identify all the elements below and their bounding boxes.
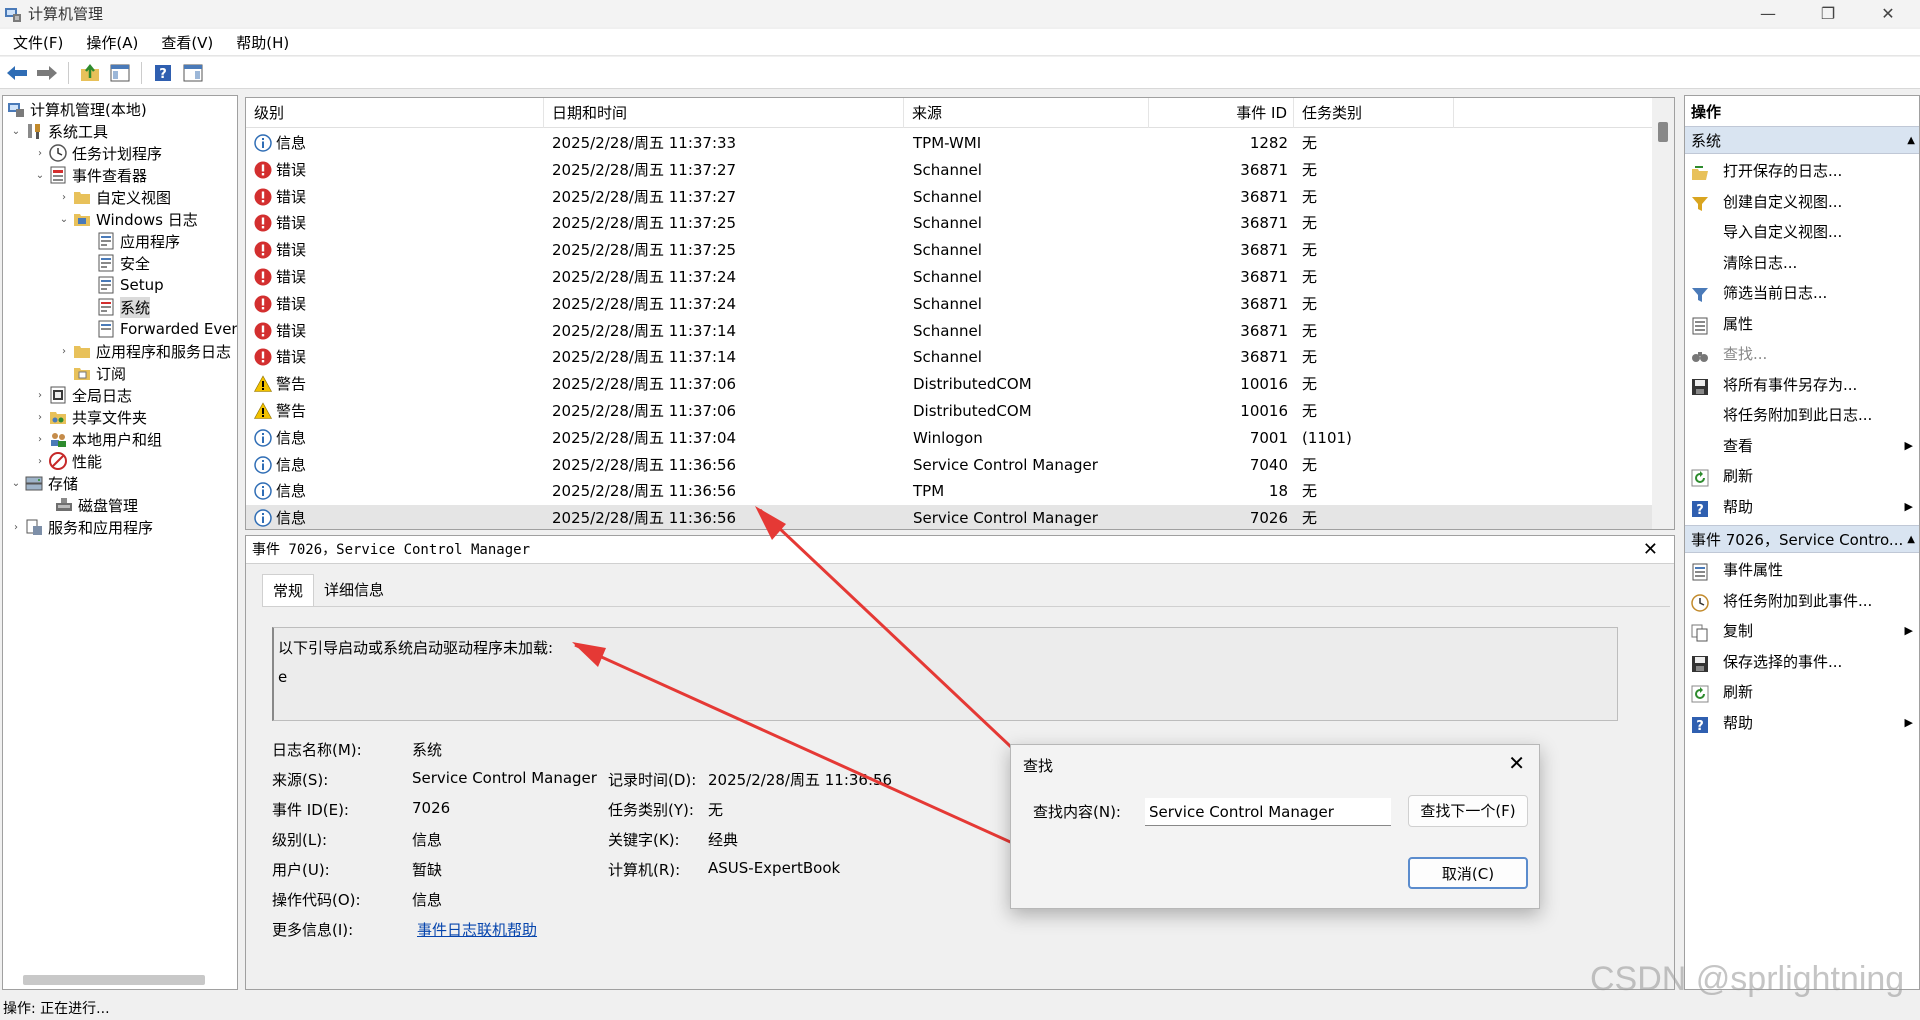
annotation-arrowhead <box>572 642 606 667</box>
annotation-arrow-to-description <box>574 643 1029 852</box>
computer-management-window: { "window": {"title": "计算机管理", "minimize… <box>0 0 1920 1020</box>
find-dialog: 查找 ✕ 查找内容(N): 查找下一个(F) 取消(C) <box>1010 744 1540 909</box>
close-dialog-icon[interactable]: ✕ <box>1508 751 1525 775</box>
cancel-button[interactable]: 取消(C) <box>1408 857 1528 889</box>
annotation-arrowhead <box>755 506 786 540</box>
find-what-input[interactable] <box>1145 798 1391 826</box>
watermark: CSDN @sprlightning <box>1590 960 1905 998</box>
find-next-button[interactable]: 查找下一个(F) <box>1408 795 1528 827</box>
annotation-arrow-to-list <box>758 508 1030 765</box>
annotation-arrows <box>572 506 1030 852</box>
find-what-label: 查找内容(N): <box>1033 803 1121 821</box>
find-dialog-title: 查找 <box>1023 757 1054 775</box>
